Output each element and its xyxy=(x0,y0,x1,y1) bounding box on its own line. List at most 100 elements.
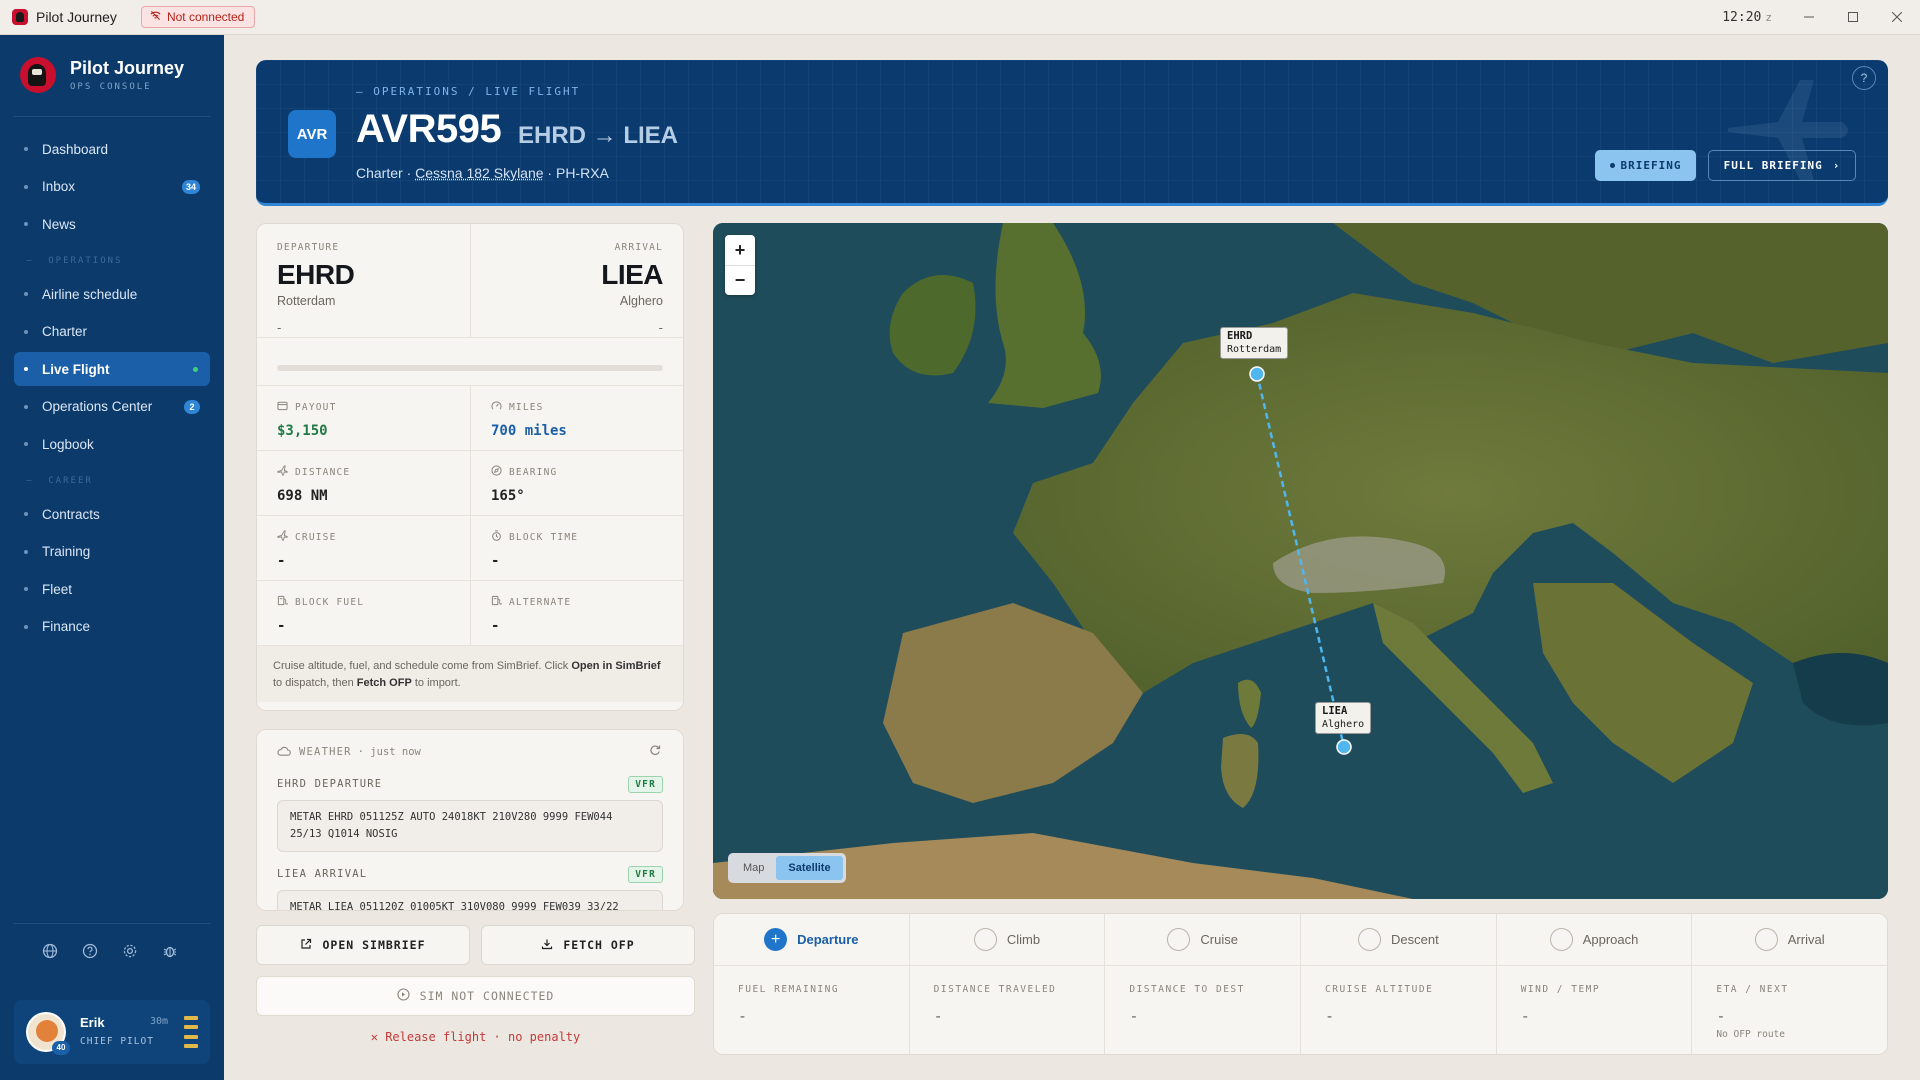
weather-card: WEATHER · just now EHRD DEPARTURE VFR ME… xyxy=(256,729,684,911)
zoom-out-button[interactable]: − xyxy=(725,265,755,295)
chevron-right-icon: › xyxy=(1832,159,1841,172)
stat-label: MILES xyxy=(491,400,663,414)
refresh-icon[interactable] xyxy=(649,744,661,760)
bullet-icon xyxy=(24,512,28,516)
origin-airport-label[interactable]: EHRD Rotterdam xyxy=(1220,327,1289,359)
arrival-flight-category-badge: VFR xyxy=(628,866,663,883)
phase-label: Climb xyxy=(1006,932,1041,947)
metric-label: ETA / NEXT xyxy=(1716,984,1789,995)
maximize-icon[interactable] xyxy=(1842,6,1864,28)
briefing-label: BRIEFING xyxy=(1620,159,1682,172)
connection-status-badge[interactable]: Not connected xyxy=(140,6,256,28)
sidebar-item-finance[interactable]: Finance xyxy=(14,610,210,644)
metric-value: - xyxy=(1716,1007,1726,1025)
full-briefing-label: FULL BRIEFING xyxy=(1723,159,1823,172)
circle-icon xyxy=(1549,928,1573,951)
note-fetch-ofp: Fetch OFP xyxy=(356,677,412,689)
stat-label-text: CRUISE xyxy=(295,531,337,543)
close-icon[interactable] xyxy=(1886,6,1908,28)
flight-map[interactable]: EHRD Rotterdam LIEA Alghero + − Map Satell… xyxy=(713,223,1888,899)
stat-label-text: PAYOUT xyxy=(295,401,337,413)
metric-cruise-altitude: CRUISE ALTITUDE - xyxy=(1300,966,1496,1054)
arrival-city: Alghero xyxy=(619,294,663,308)
help-icon[interactable] xyxy=(82,943,98,959)
destination-airport-label[interactable]: LIEA Alghero xyxy=(1315,702,1372,734)
user-profile-card[interactable]: 40 Erik 30m CHIEF PILOT xyxy=(14,1000,210,1064)
stat-value: 165° xyxy=(491,488,525,504)
metric-value: - xyxy=(1325,1007,1335,1025)
origin-city: Rotterdam xyxy=(1227,344,1282,355)
phase-label: Arrival xyxy=(1787,932,1825,947)
sidebar-item-logbook[interactable]: Logbook xyxy=(14,427,210,461)
simbrief-note: Cruise altitude, fuel, and schedule come… xyxy=(257,646,683,702)
external-link-icon xyxy=(300,938,312,953)
aircraft-type[interactable]: Cessna 182 Skylane xyxy=(415,165,543,181)
phase-label: Cruise xyxy=(1200,932,1238,947)
briefing-button[interactable]: BRIEFING xyxy=(1595,150,1696,181)
gear-icon[interactable] xyxy=(122,943,138,959)
clock-zone: z xyxy=(1765,11,1772,24)
release-flight-link[interactable]: ✕ Release flight · no penalty xyxy=(256,1030,695,1044)
stat-miles: MILES 700 miles xyxy=(470,386,683,451)
sidebar-item-label: Charter xyxy=(42,324,88,339)
stat-label: BEARING xyxy=(491,465,663,479)
metric-fuel-remaining: FUEL REMAINING - xyxy=(714,966,909,1054)
open-simbrief-button[interactable]: OPEN SIMBRIEF xyxy=(256,925,470,965)
live-indicator-icon xyxy=(193,367,198,372)
utc-clock: 12:20 z xyxy=(1722,10,1772,25)
arrival-label: ARRIVAL xyxy=(614,242,663,253)
minimize-icon[interactable] xyxy=(1798,6,1820,28)
rank-stripes-icon xyxy=(184,1016,198,1048)
wifi-off-icon xyxy=(150,10,161,24)
section-label: CAREER xyxy=(48,476,93,486)
metric-wind-temp: WIND / TEMP - xyxy=(1495,966,1692,1054)
sidebar-item-airline-schedule[interactable]: Airline schedule xyxy=(14,277,210,311)
sidebar-item-label: Live Flight xyxy=(42,361,110,377)
sidebar-item-training[interactable]: Training xyxy=(14,535,210,569)
app-logo-icon xyxy=(12,9,28,25)
flight-phase-panel: + Departure Climb Cruise Descent Approach Arri… xyxy=(713,913,1888,1055)
sidebar-item-live-flight[interactable]: Live Flight xyxy=(14,352,210,386)
route-line xyxy=(1255,373,1346,748)
stat-block-fuel: BLOCK FUEL - xyxy=(257,581,470,646)
help-button[interactable]: ? xyxy=(1852,66,1876,90)
sim-status-button[interactable]: SIM NOT CONNECTED xyxy=(256,976,695,1016)
circle-icon xyxy=(1754,928,1778,951)
metric-label: WIND / TEMP xyxy=(1520,984,1601,995)
bug-icon[interactable] xyxy=(162,943,178,959)
stat-label-text: ALTERNATE xyxy=(509,596,572,608)
globe-icon[interactable] xyxy=(42,943,58,959)
brand[interactable]: Pilot Journey OPS CONSOLE xyxy=(20,57,184,93)
brand-subtitle: OPS CONSOLE xyxy=(70,82,152,92)
sidebar-item-dashboard[interactable]: Dashboard xyxy=(14,132,210,166)
sidebar-item-fleet[interactable]: Fleet xyxy=(14,572,210,606)
sidebar-item-charter[interactable]: Charter xyxy=(14,315,210,349)
brand-title: Pilot Journey xyxy=(70,58,185,78)
arrival-time: - xyxy=(658,320,663,335)
map-type-map-button[interactable]: Map xyxy=(731,856,776,880)
zoom-in-button[interactable]: + xyxy=(725,235,755,265)
bullet-icon xyxy=(24,147,28,151)
flight-header: — OPERATIONS / LIVE FLIGHT AVR AVR595 EH… xyxy=(256,60,1888,206)
metric-label: DISTANCE TRAVELED xyxy=(933,984,1057,995)
ops-count-badge: 2 xyxy=(184,399,200,414)
sidebar-item-inbox[interactable]: Inbox 34 xyxy=(14,170,210,204)
pilot-helmet-logo-icon xyxy=(20,57,56,93)
stat-label-text: BLOCK FUEL xyxy=(295,596,365,608)
origin-icao: EHRD xyxy=(1227,330,1253,342)
profile-role: CHIEF PILOT xyxy=(80,1036,154,1047)
fetch-ofp-button[interactable]: FETCH OFP xyxy=(481,925,695,965)
full-briefing-button[interactable]: FULL BRIEFING › xyxy=(1708,150,1856,181)
profile-session-time: 30m xyxy=(150,1016,169,1027)
stat-label: CRUISE xyxy=(277,530,450,544)
flight-meta: Charter · Cessna 182 Skylane · PH-RXA xyxy=(356,165,609,181)
sidebar-item-news[interactable]: News xyxy=(14,207,210,241)
plus-icon: + xyxy=(764,928,788,951)
map-type-satellite-button[interactable]: Satellite xyxy=(776,856,843,880)
arrival-weather-label: LIEA ARRIVAL xyxy=(277,868,368,880)
sidebar-item-contracts[interactable]: Contracts xyxy=(14,497,210,531)
phase-climb: Climb xyxy=(908,914,1105,965)
bullet-icon xyxy=(24,367,28,371)
sidebar-item-operations-center[interactable]: Operations Center 2 xyxy=(14,390,210,424)
destination-icao: LIEA xyxy=(1322,705,1348,717)
